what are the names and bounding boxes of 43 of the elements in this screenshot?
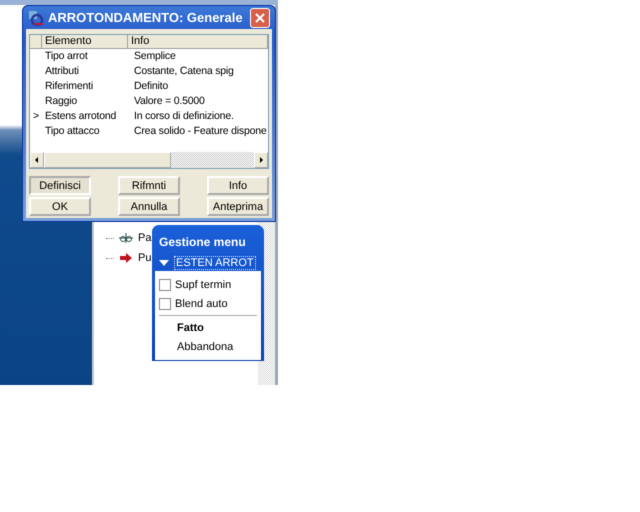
table-cell-text: Semplice [133, 49, 177, 64]
column-header[interactable]: Elemento [42, 35, 128, 49]
checkbox-label: Blend auto [175, 298, 228, 310]
table-cell-text: Valore = 0.5000 [133, 94, 206, 109]
scroll-thumb[interactable] [44, 152, 171, 168]
dialog-button[interactable]: Info [207, 176, 269, 195]
section-header[interactable]: ESTEN ARROT [155, 255, 261, 271]
window-title: ARROTONDAMENTO: Generale [48, 10, 244, 25]
table-cell-text: Tipo arrot [44, 49, 89, 64]
scroll-right-icon[interactable] [254, 152, 268, 168]
close-icon [254, 12, 266, 24]
feature-icon [118, 232, 134, 244]
arrow-icon [118, 252, 134, 264]
table-cell-text: Attributi [44, 64, 80, 79]
dialog-button[interactable]: Rifmnti [118, 176, 180, 195]
table-cell-text: Riferimenti [44, 79, 94, 94]
table-cell-text: Tipo attacco [44, 124, 100, 139]
current-marker: > [33, 110, 39, 122]
menu-title: Gestione menu [158, 234, 247, 251]
table-cell-text: Raggio [44, 94, 78, 109]
close-button[interactable] [250, 8, 270, 28]
checkbox[interactable] [159, 298, 171, 310]
table-cell-text: Definito [133, 79, 170, 94]
dialog-button[interactable]: Anteprima [207, 197, 269, 216]
checkbox-label: Supf termin [175, 278, 232, 290]
menu-item[interactable]: Fatto [159, 318, 257, 337]
dialog-button[interactable]: OK [29, 197, 91, 216]
tree-item[interactable]: Pa [138, 232, 152, 244]
column-header[interactable]: Info [128, 35, 268, 49]
table-cell-text: In corso di definizione. [133, 109, 235, 124]
app-icon [28, 10, 44, 26]
menu-item[interactable]: Abbandona [159, 337, 257, 356]
section-label: ESTEN ARROT [174, 256, 256, 270]
tree-item[interactable]: Pu [138, 252, 152, 264]
dialog-button[interactable]: Definisci [29, 176, 91, 195]
dialog-button[interactable]: Annulla [118, 197, 180, 216]
table-cell-text: Crea solido - Feature dispone [133, 124, 268, 139]
collapse-icon [158, 259, 170, 267]
checkbox[interactable] [159, 278, 171, 290]
table-cell-text: Estens arrotond [44, 109, 118, 124]
scroll-left-icon[interactable] [30, 152, 44, 168]
scrollbar[interactable] [30, 152, 268, 168]
table-cell-text: Costante, Catena spig [133, 64, 235, 79]
